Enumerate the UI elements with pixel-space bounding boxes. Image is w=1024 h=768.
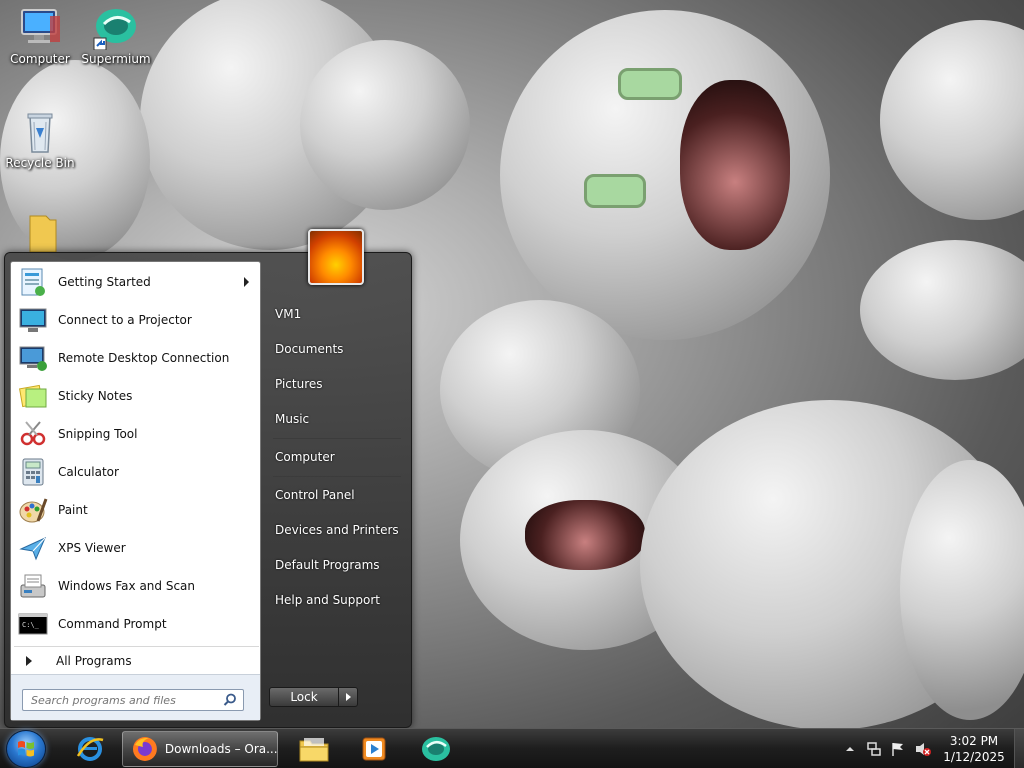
- show-desktop-button[interactable]: [1014, 729, 1024, 768]
- computer-icon: [21, 9, 60, 43]
- desktop-icon-computer[interactable]: Computer: [2, 6, 78, 66]
- recycle-bin-icon: [27, 113, 53, 153]
- place-pictures[interactable]: Pictures: [265, 369, 403, 399]
- internet-explorer-icon: [76, 737, 104, 761]
- user-picture[interactable]: [308, 229, 364, 285]
- taskbar-internet-explorer[interactable]: [62, 731, 118, 767]
- program-xps-viewer[interactable]: XPS Viewer: [14, 530, 259, 566]
- svg-text:C:\_: C:\_: [22, 621, 40, 629]
- program-label: XPS Viewer: [58, 541, 126, 555]
- volume-muted-icon: [916, 743, 931, 756]
- all-programs-label: All Programs: [56, 653, 132, 668]
- search-box: [22, 689, 244, 711]
- program-label: Remote Desktop Connection: [58, 351, 230, 365]
- sticky-notes-icon: [19, 384, 47, 408]
- separator: [273, 476, 401, 477]
- search-input[interactable]: [31, 693, 221, 707]
- getting-started-icon: [21, 268, 45, 296]
- shutdown-options-button[interactable]: [338, 687, 358, 707]
- program-label: Connect to a Projector: [58, 313, 192, 327]
- file-explorer-icon: [299, 738, 329, 762]
- start-button[interactable]: [6, 730, 46, 768]
- program-label: Sticky Notes: [58, 389, 133, 403]
- projector-icon: [19, 308, 47, 332]
- paint-icon: [19, 498, 48, 523]
- search-icon[interactable]: [223, 693, 237, 707]
- network-tray-button[interactable]: [866, 741, 882, 757]
- program-label: Calculator: [58, 465, 119, 479]
- command-prompt-icon: C:\_: [18, 613, 48, 635]
- xps-viewer-icon: [19, 537, 46, 561]
- clock-date: 1/12/2025: [943, 750, 1005, 764]
- submenu-arrow-icon: [244, 277, 249, 287]
- program-remote-desktop[interactable]: Remote Desktop Connection: [14, 340, 259, 376]
- taskbar-file-explorer[interactable]: [286, 731, 342, 767]
- program-connect-projector[interactable]: Connect to a Projector: [14, 302, 259, 338]
- windows-logo-icon: [18, 741, 34, 757]
- program-fax-scan[interactable]: Windows Fax and Scan: [14, 568, 259, 604]
- all-programs-button[interactable]: All Programs: [14, 646, 259, 674]
- program-label: Snipping Tool: [58, 427, 138, 441]
- place-control-panel[interactable]: Control Panel: [265, 480, 403, 510]
- search-area: [11, 674, 260, 720]
- volume-tray-button[interactable]: [914, 741, 931, 757]
- place-music[interactable]: Music: [265, 404, 403, 434]
- place-documents[interactable]: Documents: [265, 334, 403, 364]
- place-user-folder[interactable]: VM1: [265, 299, 403, 329]
- desktop-icon-label: Supermium: [81, 52, 151, 66]
- supermium-icon: [422, 737, 450, 761]
- place-devices-printers[interactable]: Devices and Printers: [265, 515, 403, 545]
- desktop-icon-supermium[interactable]: Supermium: [78, 6, 154, 66]
- start-menu: Getting Started Connect to a Projector R…: [4, 229, 412, 728]
- program-label: Command Prompt: [58, 617, 167, 631]
- arrow-right-icon: [26, 655, 32, 666]
- desktop-icon-label: Computer: [10, 52, 70, 66]
- action-center-flag-icon: [892, 743, 903, 756]
- action-center-button[interactable]: [890, 741, 906, 757]
- taskbar-media-player[interactable]: [346, 731, 402, 767]
- system-clock[interactable]: 3:02 PM 1/12/2025: [938, 733, 1010, 765]
- program-sticky-notes[interactable]: Sticky Notes: [14, 378, 259, 414]
- programs-pane: Getting Started Connect to a Projector R…: [10, 261, 261, 721]
- taskbar: Downloads – Ora... 3:02 PM 1/12/2025: [0, 728, 1024, 768]
- desktop-icon-label: Recycle Bin: [5, 156, 75, 170]
- clock-time: 3:02 PM: [949, 734, 999, 748]
- program-label: Windows Fax and Scan: [58, 579, 196, 593]
- program-getting-started[interactable]: Getting Started: [14, 264, 259, 300]
- lock-button[interactable]: Lock: [269, 687, 339, 707]
- chevron-up-icon: [846, 747, 854, 751]
- taskbar-supermium[interactable]: [408, 731, 464, 767]
- place-computer[interactable]: Computer: [265, 442, 403, 472]
- supermium-icon: [93, 9, 136, 50]
- program-label: Paint: [58, 503, 88, 517]
- place-help-support[interactable]: Help and Support: [265, 585, 403, 615]
- snipping-tool-icon: [20, 421, 46, 446]
- remote-desktop-icon: [19, 346, 47, 371]
- program-command-prompt[interactable]: C:\_ Command Prompt: [14, 606, 259, 642]
- taskbar-firefox-window[interactable]: Downloads – Ora...: [122, 731, 278, 767]
- place-default-programs[interactable]: Default Programs: [265, 550, 403, 580]
- firefox-icon: [132, 737, 157, 761]
- desktop-icon-recycle-bin[interactable]: Recycle Bin: [2, 110, 78, 170]
- program-label: Getting Started: [58, 275, 151, 289]
- calculator-icon: [22, 458, 44, 486]
- taskbar-window-title: Downloads – Ora...: [164, 742, 277, 756]
- show-hidden-icons-button[interactable]: [845, 743, 861, 759]
- folder-icon: [29, 215, 57, 253]
- program-paint[interactable]: Paint: [14, 492, 259, 528]
- program-calculator[interactable]: Calculator: [14, 454, 259, 490]
- separator: [273, 438, 401, 439]
- network-icon: [867, 742, 881, 756]
- program-snipping-tool[interactable]: Snipping Tool: [14, 416, 259, 452]
- media-player-icon: [362, 737, 386, 761]
- fax-scan-icon: [20, 574, 46, 598]
- arrow-right-icon: [345, 693, 351, 701]
